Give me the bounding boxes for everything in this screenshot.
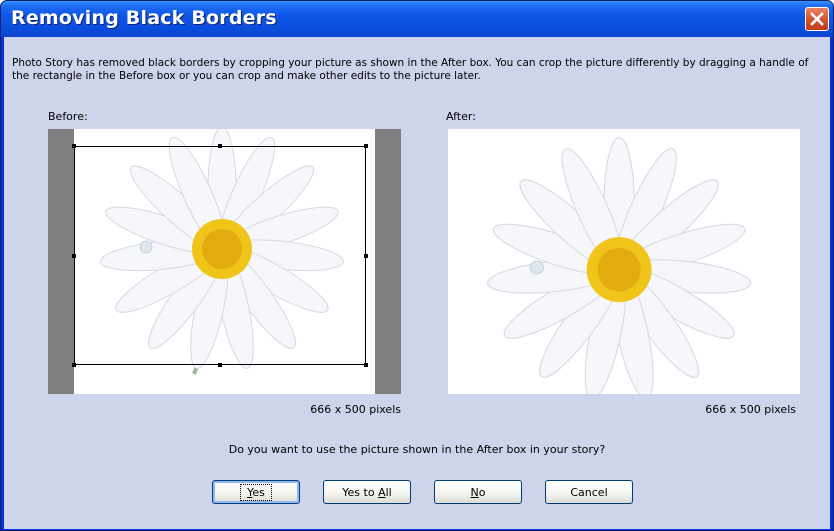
cancel-label: Cancel	[570, 485, 608, 499]
close-icon	[810, 12, 824, 26]
crop-handle-bottom-right[interactable]	[364, 363, 368, 367]
after-daisy-photo	[448, 129, 800, 394]
right-black-border	[375, 129, 401, 394]
crop-handle-top-left[interactable]	[72, 144, 76, 148]
close-button[interactable]	[805, 7, 829, 31]
yes-button[interactable]: Yes	[212, 480, 300, 504]
crop-handle-top[interactable]	[218, 144, 222, 148]
before-image-box	[48, 129, 401, 394]
no-mnemonic: N	[470, 485, 479, 499]
before-dimensions: 666 x 500 pixels	[310, 403, 401, 416]
crop-handle-bottom[interactable]	[218, 363, 222, 367]
dialog-window: Removing Black Borders Photo Story has r…	[0, 0, 834, 531]
cancel-button[interactable]: Cancel	[545, 480, 633, 504]
yes-to-all-mnemonic: A	[378, 485, 386, 499]
description-text: Photo Story has removed black borders by…	[12, 57, 809, 82]
after-dimensions: 666 x 500 pixels	[705, 403, 796, 416]
crop-rectangle[interactable]	[72, 144, 368, 367]
crop-handle-bottom-left[interactable]	[72, 363, 76, 367]
after-label: After:	[446, 110, 476, 123]
crop-handle-top-right[interactable]	[364, 144, 368, 148]
yes-to-all-button[interactable]: Yes to All	[323, 480, 411, 504]
before-label: Before:	[48, 110, 88, 123]
title-bar[interactable]: Removing Black Borders	[1, 1, 833, 37]
yes-to-all-prefix: Yes to	[342, 485, 379, 499]
after-image-box	[448, 129, 800, 394]
confirmation-question: Do you want to use the picture shown in …	[228, 443, 606, 456]
no-label-rest: o	[478, 485, 486, 499]
crop-handle-right[interactable]	[364, 254, 368, 258]
crop-handle-left[interactable]	[72, 254, 76, 258]
window-title: Removing Black Borders	[11, 7, 277, 29]
no-button[interactable]: No	[434, 480, 522, 504]
yes-label-rest: es	[252, 485, 265, 499]
dialog-body: Photo Story has removed black borders by…	[4, 37, 830, 529]
left-black-border	[48, 129, 74, 394]
yes-to-all-rest: ll	[385, 485, 392, 499]
